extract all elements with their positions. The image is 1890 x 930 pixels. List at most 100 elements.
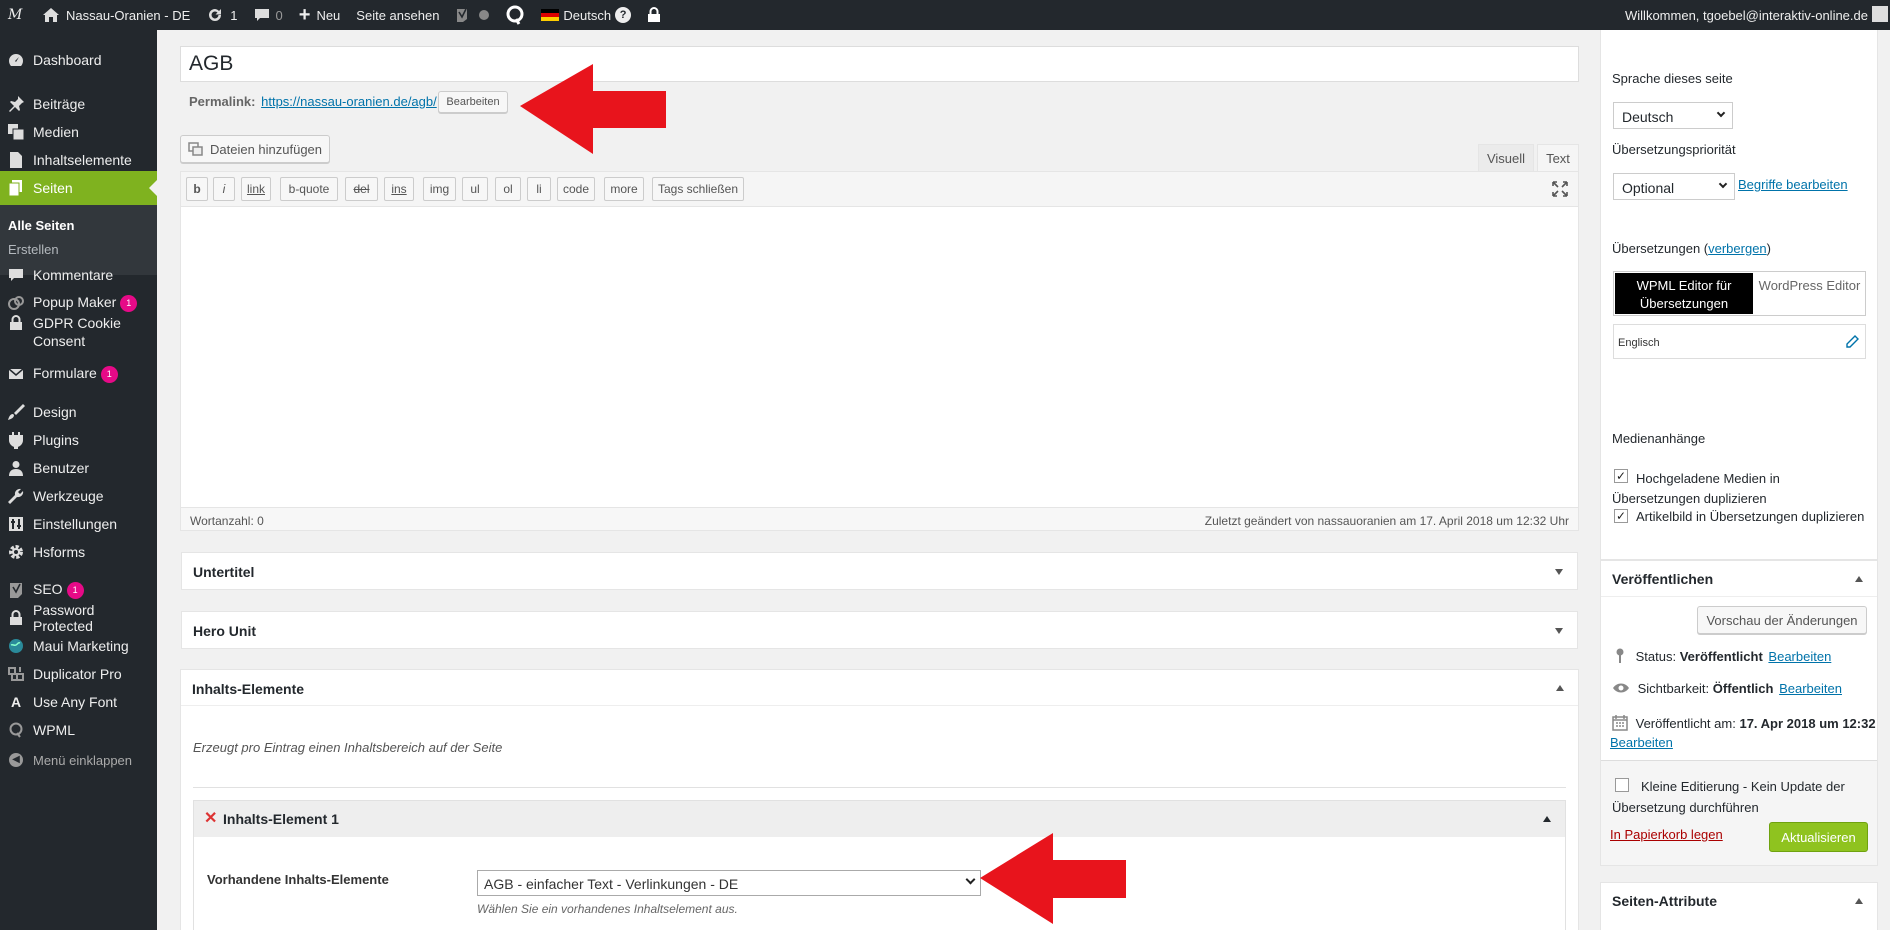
chevron-up-icon[interactable] [1855, 576, 1863, 582]
publish-header[interactable]: Veröffentlichen [1601, 561, 1877, 597]
sidebar-label: Werkzeuge [33, 488, 104, 504]
pin-icon [1616, 648, 1624, 663]
sidebar-item-hsforms[interactable]: Hsforms [0, 535, 157, 569]
qt-more-button[interactable]: more [604, 177, 644, 201]
gear-icon [6, 535, 26, 569]
notification-badge: 1 [66, 582, 84, 599]
new-content-link[interactable]: + Neu [291, 0, 349, 30]
status-row: Status: Veröffentlicht Bearbeiten [1614, 647, 1831, 664]
collapse-icon: ◀ [6, 743, 26, 777]
language-label: Sprache dieses seite [1612, 71, 1733, 86]
avatar[interactable] [1872, 6, 1888, 22]
permalink-edit-button[interactable]: Bearbeiten [438, 91, 508, 113]
qt-img-button[interactable]: img [423, 177, 456, 201]
collapse-menu-button[interactable]: ◀ Menü einklappen [0, 743, 157, 777]
sidebar-item-seiten[interactable]: Seiten [0, 171, 157, 205]
collapse-label: Menü einklappen [33, 752, 133, 768]
add-media-button[interactable]: Dateien hinzufügen [180, 135, 330, 163]
page-attributes-title: Seiten-Attribute [1612, 893, 1717, 909]
inhalts-elemente-header[interactable]: Inhalts-Elemente [181, 670, 1578, 706]
chevron-down-icon [1716, 108, 1726, 118]
sidebar-label: Maui Marketing [33, 638, 129, 654]
inhalts-element-1-header[interactable]: ✕ Inhalts-Element 1 [194, 801, 1565, 837]
qt-bquote-button[interactable]: b-quote [280, 177, 338, 201]
qt-ul-button[interactable]: ul [462, 177, 488, 201]
priority-label: Übersetzungspriorität [1612, 142, 1736, 157]
submenu-all-pages[interactable]: Alle Seiten [8, 218, 74, 233]
chevron-up-icon[interactable] [1855, 898, 1863, 904]
status-value: Veröffentlicht [1679, 649, 1763, 664]
featured-dup-checkbox[interactable]: ✓ [1614, 509, 1628, 523]
lock-icon [6, 306, 26, 340]
submenu-create[interactable]: Erstellen [8, 242, 59, 257]
qt-ol-button[interactable]: ol [495, 177, 521, 201]
qt-code-button[interactable]: code [557, 177, 595, 201]
status-label: Status: [1635, 649, 1677, 664]
comments-link[interactable]: 0 [246, 0, 291, 30]
untertitel-panel[interactable]: Untertitel [181, 552, 1578, 590]
query-monitor-icon[interactable] [497, 0, 533, 30]
view-page-link[interactable]: Seite ansehen [348, 0, 447, 30]
pages-icon [6, 171, 26, 205]
edit-terms-link[interactable]: Begriffe bearbeiten [1738, 177, 1848, 192]
qt-li-button[interactable]: li [527, 177, 551, 201]
existing-elements-select[interactable]: AGB - einfacher Text - Verlinkungen - DE [477, 870, 981, 896]
sidebar-item-wpml[interactable]: WPML [0, 713, 157, 747]
chevron-up-icon[interactable] [1543, 816, 1551, 822]
hero-unit-panel[interactable]: Hero Unit [181, 611, 1578, 649]
qt-i-button[interactable]: i [213, 177, 235, 201]
edit-visibility-link[interactable]: Bearbeiten [1779, 681, 1842, 696]
remove-icon[interactable]: ✕ [204, 808, 217, 828]
minor-edit-label: Kleine Editierung - Kein Update der Über… [1612, 779, 1845, 815]
update-button[interactable]: Aktualisieren [1769, 822, 1868, 852]
eye-icon [1613, 683, 1629, 693]
qt-link-button[interactable]: link [241, 177, 271, 201]
page-attributes-header[interactable]: Seiten-Attribute [1601, 883, 1877, 919]
visibility-row: Sichtbarkeit: Öffentlich Bearbeiten [1612, 681, 1842, 696]
sidebar-label: SEO [33, 581, 63, 597]
edit-status-link[interactable]: Bearbeiten [1768, 649, 1831, 664]
tab-text[interactable]: Text [1537, 144, 1579, 172]
admin-bar: M Nassau-Oranien - DE 1 0 + Neu Seite an… [0, 0, 1890, 30]
priority-select[interactable]: Optional [1613, 173, 1735, 200]
page-title: AGB [189, 52, 234, 75]
title-input[interactable]: AGB [180, 46, 1579, 82]
account-greeting[interactable]: Willkommen, tgoebel@interaktiv-online.de [1617, 0, 1872, 30]
editor-textarea[interactable] [181, 208, 1578, 507]
lock-icon[interactable] [639, 0, 669, 30]
german-flag-icon [541, 9, 560, 21]
published-label: Veröffentlicht am: [1635, 716, 1736, 731]
chevron-up-icon[interactable] [1556, 685, 1564, 691]
sidebar-label: Benutzer [33, 460, 90, 476]
sidebar-item-gdpr-cookie-consent[interactable]: GDPR Cookie Consent [0, 314, 157, 356]
tab-visual[interactable]: Visuell [1478, 144, 1534, 171]
chevron-down-icon[interactable] [1555, 628, 1563, 634]
fullscreen-icon[interactable] [1551, 180, 1569, 198]
yoast-icon[interactable] [447, 0, 497, 30]
permalink-link[interactable]: https://nassau-oranien.de/agb/ [261, 94, 437, 109]
updates-link[interactable]: 1 [198, 0, 245, 30]
chevron-down-icon[interactable] [1555, 569, 1563, 575]
sidebar-item-formulare[interactable]: Formulare 1 [0, 357, 157, 391]
site-name-link[interactable]: Nassau-Oranien - DE [34, 0, 198, 30]
hide-translations-link[interactable]: verbergen [1708, 241, 1767, 256]
existing-elements-label: Vorhandene Inhalts-Elemente [207, 872, 389, 887]
wordpress-editor-button[interactable]: WordPress Editor [1754, 274, 1865, 314]
qt-b-button[interactable]: b [186, 177, 208, 201]
sidebar-label: Plugins [33, 432, 79, 448]
language-switcher[interactable]: Deutsch ? [533, 0, 639, 30]
qt-ins-button[interactable]: ins [384, 177, 414, 201]
sidebar-label: Kommentare [33, 267, 114, 283]
sidebar-item-dashboard[interactable]: Dashboard [0, 43, 157, 77]
media-attachments-heading: Medienanhänge [1612, 431, 1706, 446]
preview-changes-button[interactable]: Vorschau der Änderungen [1697, 606, 1867, 634]
wpml-logo-icon[interactable]: M [0, 0, 34, 30]
qt-del-button[interactable]: del [345, 177, 378, 201]
pencil-icon[interactable] [1845, 335, 1859, 349]
trash-link[interactable]: In Papierkorb legen [1610, 827, 1723, 842]
qt-close-tags-button[interactable]: Tags schließen [652, 177, 744, 201]
language-select[interactable]: Deutsch [1613, 102, 1733, 129]
wpml-editor-button[interactable]: WPML Editor für Übersetzungen [1615, 273, 1753, 314]
dashboard-icon [6, 43, 26, 77]
edit-date-link[interactable]: Bearbeiten [1610, 735, 1673, 750]
